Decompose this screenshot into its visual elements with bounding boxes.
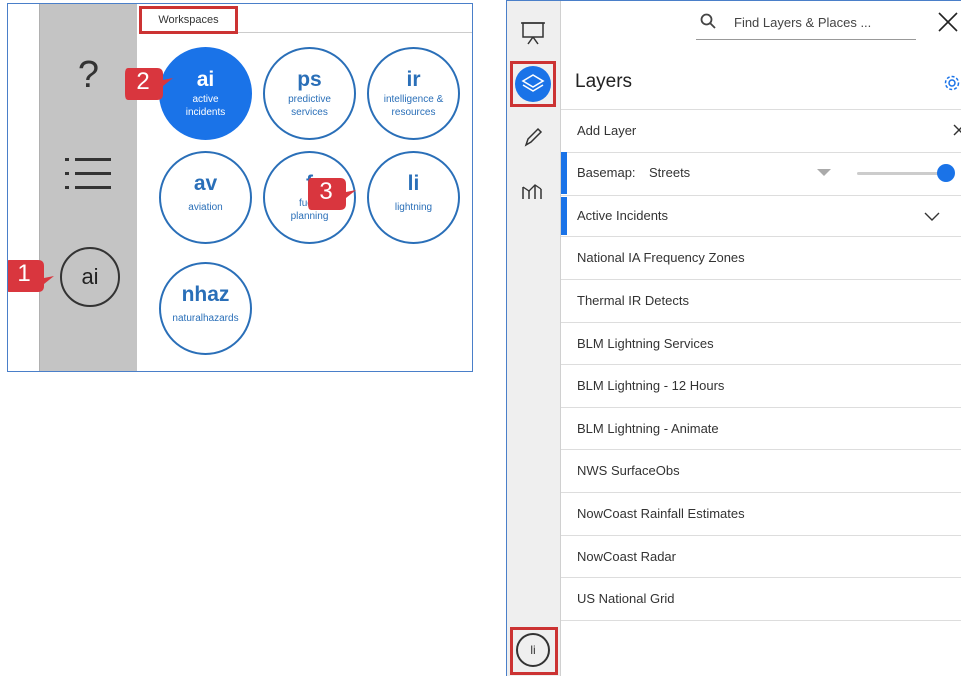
workspace-badge[interactable]: li xyxy=(516,633,550,667)
opacity-slider[interactable] xyxy=(857,172,947,175)
list-item[interactable]: US National Grid xyxy=(561,578,961,621)
workspace-ir[interactable]: ir intelligence & resources xyxy=(367,47,460,140)
side-toolbar: li xyxy=(507,1,561,676)
row-accent xyxy=(561,197,567,235)
add-layer-row[interactable]: Add Layer xyxy=(561,109,961,153)
list-icon[interactable] xyxy=(65,156,111,192)
workspace-label: intelligence & xyxy=(383,94,444,105)
workspace-av[interactable]: av aviation xyxy=(159,151,252,244)
workspace-abbr: li xyxy=(407,172,420,195)
presentation-icon[interactable] xyxy=(519,19,547,47)
layer-label: Thermal IR Detects xyxy=(577,293,689,308)
workspace-abbr: ps xyxy=(297,68,322,91)
left-rail: ? ai xyxy=(39,4,137,371)
layers-button[interactable] xyxy=(515,66,551,102)
layers-panel: Find Layers & Places ... Layers Add Laye… xyxy=(561,1,961,676)
workspace-label: resources xyxy=(391,107,436,118)
workspace-label: incidents xyxy=(185,107,226,118)
group-label: Active Incidents xyxy=(577,208,669,223)
layer-label: NowCoast Radar xyxy=(577,549,676,564)
search-icon xyxy=(700,13,716,29)
workspace-li[interactable]: li lightning xyxy=(367,151,460,244)
search-input[interactable]: Find Layers & Places ... xyxy=(734,15,871,30)
workspace-label: services xyxy=(291,107,328,118)
list-item[interactable]: NowCoast Rainfall Estimates xyxy=(561,493,961,536)
list-item[interactable]: BLM Lightning Services xyxy=(561,323,961,365)
search-underline xyxy=(696,39,916,40)
workspace-nhaz[interactable]: nhaz naturalhazards xyxy=(159,262,252,355)
workspace-ps[interactable]: ps predictive services xyxy=(263,47,356,140)
layer-label: NowCoast Rainfall Estimates xyxy=(577,506,745,521)
workspace-label: predictive xyxy=(288,94,331,105)
pencil-icon[interactable] xyxy=(519,123,547,151)
chart-icon[interactable] xyxy=(519,177,547,205)
callout-badge-1: 1 xyxy=(8,256,54,296)
basemap-select[interactable]: Streets xyxy=(649,165,690,180)
workspace-label: lightning xyxy=(394,202,433,213)
close-icon[interactable] xyxy=(937,11,959,33)
active-incidents-group[interactable]: Active Incidents xyxy=(561,195,961,237)
layer-label: BLM Lightning - Animate xyxy=(577,421,719,436)
row-accent xyxy=(561,152,567,194)
workspace-label: aviation xyxy=(188,202,223,213)
callout-badge-2: 2 xyxy=(125,64,173,104)
list-item[interactable]: BLM Lightning - 12 Hours xyxy=(561,365,961,408)
basemap-label: Basemap: xyxy=(577,165,636,180)
workspace-abbr: nhaz xyxy=(181,283,230,306)
chevron-down-icon[interactable] xyxy=(817,169,831,177)
list-item[interactable]: NowCoast Radar xyxy=(561,536,961,578)
layers-screenshot: li Find Layers & Places ... Layers Add L… xyxy=(506,0,961,676)
gear-icon[interactable] xyxy=(943,74,961,92)
tab-divider xyxy=(238,32,472,33)
list-item[interactable]: National IA Frequency Zones xyxy=(561,237,961,280)
workspace-switcher-button[interactable]: ai xyxy=(60,247,120,307)
workspace-abbr: ir xyxy=(406,68,421,91)
workspace-abbr: av xyxy=(193,172,218,195)
layer-label: BLM Lightning - 12 Hours xyxy=(577,378,725,393)
workspace-label: naturalhazards xyxy=(172,313,239,324)
close-icon[interactable] xyxy=(953,124,961,136)
layer-label: NWS SurfaceObs xyxy=(577,463,680,478)
list-item[interactable]: BLM Lightning - Animate xyxy=(561,408,961,450)
list-item[interactable]: NWS SurfaceObs xyxy=(561,450,961,493)
workspaces-tab[interactable]: Workspaces xyxy=(139,6,238,34)
help-icon[interactable]: ? xyxy=(40,54,137,97)
layer-label: National IA Frequency Zones xyxy=(577,250,745,265)
callout-badge-3: 3 xyxy=(308,174,356,214)
slider-handle[interactable] xyxy=(937,164,955,182)
layer-label: BLM Lightning Services xyxy=(577,336,714,351)
layer-label: US National Grid xyxy=(577,591,675,606)
add-layer-label: Add Layer xyxy=(577,123,637,138)
workspaces-screenshot: ? ai Workspaces ai active incidents ps p… xyxy=(7,3,473,372)
list-item[interactable]: Thermal IR Detects xyxy=(561,280,961,323)
layers-icon xyxy=(521,74,545,92)
chevron-down-icon[interactable] xyxy=(924,212,940,221)
page-title: Layers xyxy=(575,71,633,92)
